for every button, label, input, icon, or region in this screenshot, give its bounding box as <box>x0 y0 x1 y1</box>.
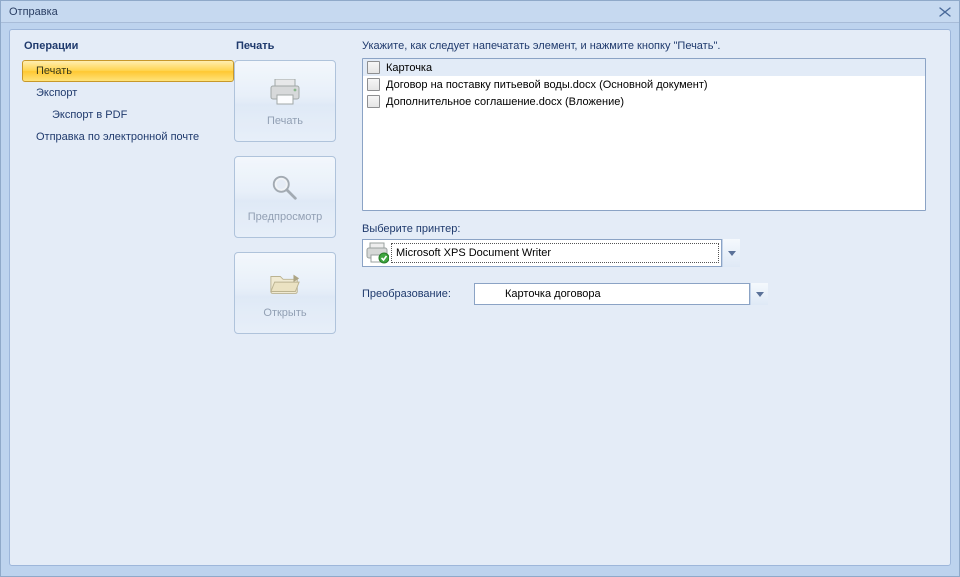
nav-item-label: Отправка по электронной почте <box>36 131 199 143</box>
printer-icon <box>268 75 302 109</box>
checkbox[interactable] <box>367 61 380 74</box>
center-header: Печать <box>234 40 274 52</box>
printer-select[interactable]: Microsoft XPS Document Writer <box>362 239 722 267</box>
button-label: Предпросмотр <box>248 211 323 223</box>
transform-label: Преобразование: <box>362 288 474 300</box>
document-list[interactable]: Карточка Договор на поставку питьевой во… <box>362 58 926 211</box>
nav-item-print[interactable]: Печать <box>22 60 234 82</box>
sidebar-header: Операции <box>22 40 234 52</box>
list-item[interactable]: Договор на поставку питьевой воды.docx (… <box>363 76 925 93</box>
window-title: Отправка <box>9 6 58 18</box>
list-item[interactable]: Дополнительное соглашение.docx (Вложение… <box>363 93 925 110</box>
titlebar: Отправка <box>1 1 959 23</box>
list-item-label: Договор на поставку питьевой воды.docx (… <box>386 79 708 91</box>
checkbox[interactable] <box>367 78 380 91</box>
dropdown-arrow[interactable] <box>750 283 768 305</box>
open-button[interactable]: Открыть <box>234 252 336 334</box>
preview-button[interactable]: Предпросмотр <box>234 156 336 238</box>
magnifier-icon <box>268 171 302 205</box>
button-label: Открыть <box>263 307 306 319</box>
nav-list: Печать Экспорт Экспорт в PDF Отправка по… <box>22 60 234 148</box>
right-column: Укажите, как следует напечатать элемент,… <box>362 40 938 555</box>
instruction-text: Укажите, как следует напечатать элемент,… <box>362 40 938 52</box>
nav-item-label: Экспорт в PDF <box>52 109 127 121</box>
nav-item-export-pdf[interactable]: Экспорт в PDF <box>22 104 234 126</box>
list-item-label: Карточка <box>386 62 432 74</box>
nav-item-export[interactable]: Экспорт <box>22 82 234 104</box>
dropdown-arrow[interactable] <box>722 239 740 267</box>
sidebar: Операции Печать Экспорт Экспорт в PDF От… <box>22 40 234 555</box>
folder-icon <box>268 267 302 301</box>
center-column: Печать Печать <box>234 40 362 555</box>
print-button[interactable]: Печать <box>234 60 336 142</box>
nav-item-send-email[interactable]: Отправка по электронной почте <box>22 126 234 148</box>
printer-value: Microsoft XPS Document Writer <box>391 243 719 263</box>
close-icon[interactable] <box>937 5 953 19</box>
printer-ok-icon <box>365 241 389 265</box>
list-item[interactable]: Карточка <box>363 59 925 76</box>
list-item-label: Дополнительное соглашение.docx (Вложение… <box>386 96 624 108</box>
button-label: Печать <box>267 115 303 127</box>
main-panel: Операции Печать Экспорт Экспорт в PDF От… <box>9 29 951 566</box>
checkbox[interactable] <box>367 95 380 108</box>
window: Отправка Операции Печать Экспорт Экспорт… <box>0 0 960 577</box>
transform-select[interactable]: Карточка договора <box>474 283 750 305</box>
nav-item-label: Экспорт <box>36 87 77 99</box>
transform-value: Карточка договора <box>475 288 749 300</box>
nav-item-label: Печать <box>36 65 72 77</box>
printer-label: Выберите принтер: <box>362 223 938 235</box>
